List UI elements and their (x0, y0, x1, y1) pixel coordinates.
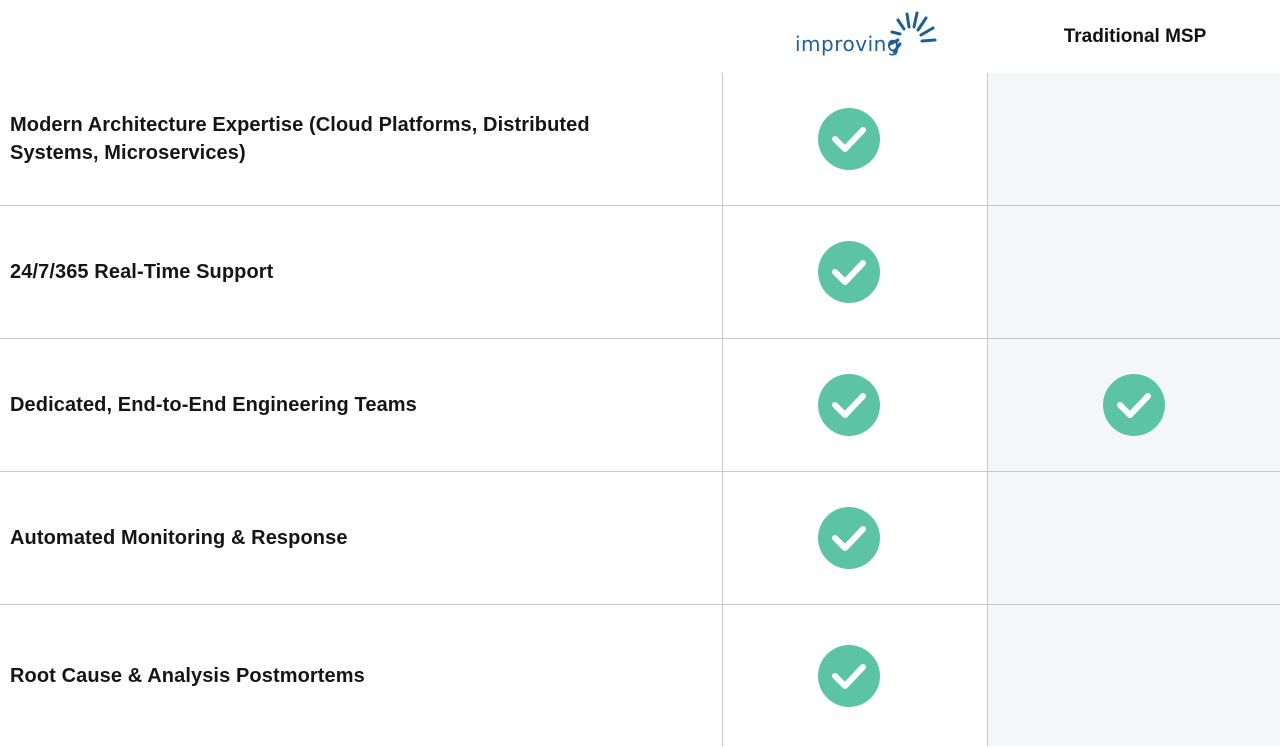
improving-cell (723, 605, 988, 746)
table-row: Modern Architecture Expertise (Cloud Pla… (0, 73, 1280, 206)
check-icon (817, 374, 880, 436)
feature-label: Dedicated, End-to-End Engineering Teams (10, 394, 417, 416)
table-row: Dedicated, End-to-End Engineering Teams (0, 339, 1280, 472)
feature-cell: Dedicated, End-to-End Engineering Teams (0, 339, 723, 471)
improving-cell (723, 472, 988, 604)
check-icon (817, 507, 880, 569)
column-header-traditional-msp: Traditional MSP (1063, 25, 1207, 47)
check-icon (1103, 374, 1165, 436)
comparison-table: Modern Architecture Expertise (Cloud Pla… (0, 73, 1280, 746)
improving-cell (723, 206, 988, 338)
check-icon (817, 241, 880, 303)
logo-burst-icon (888, 11, 937, 54)
improving-cell (723, 339, 988, 471)
feature-cell: Root Cause & Analysis Postmortems (0, 605, 723, 746)
traditional-msp-cell (988, 472, 1280, 604)
traditional-msp-cell (988, 206, 1280, 338)
logo-wordmark: improving (795, 32, 901, 56)
feature-label: 24/7/365 Real-Time Support (10, 261, 274, 283)
table-row: Root Cause & Analysis Postmortems (0, 605, 1280, 746)
feature-label: Root Cause & Analysis Postmortems (10, 664, 365, 687)
table-row: 24/7/365 Real-Time Support (0, 206, 1280, 339)
traditional-msp-cell (988, 73, 1280, 205)
feature-cell: Automated Monitoring & Response (0, 472, 723, 604)
comparison-header: improving Traditional MSP (0, 0, 1280, 73)
check-icon (817, 644, 880, 707)
improving-cell (723, 73, 988, 205)
traditional-msp-cell (988, 339, 1280, 471)
check-icon (817, 108, 880, 170)
feature-cell: Modern Architecture Expertise (Cloud Pla… (0, 73, 723, 205)
traditional-msp-cell (988, 605, 1280, 746)
improving-logo: improving (792, 10, 942, 60)
table-row: Automated Monitoring & Response (0, 472, 1280, 605)
feature-label: Automated Monitoring & Response (10, 527, 348, 549)
feature-cell: 24/7/365 Real-Time Support (0, 206, 723, 338)
feature-label: Modern Architecture Expertise (Cloud Pla… (10, 114, 590, 164)
